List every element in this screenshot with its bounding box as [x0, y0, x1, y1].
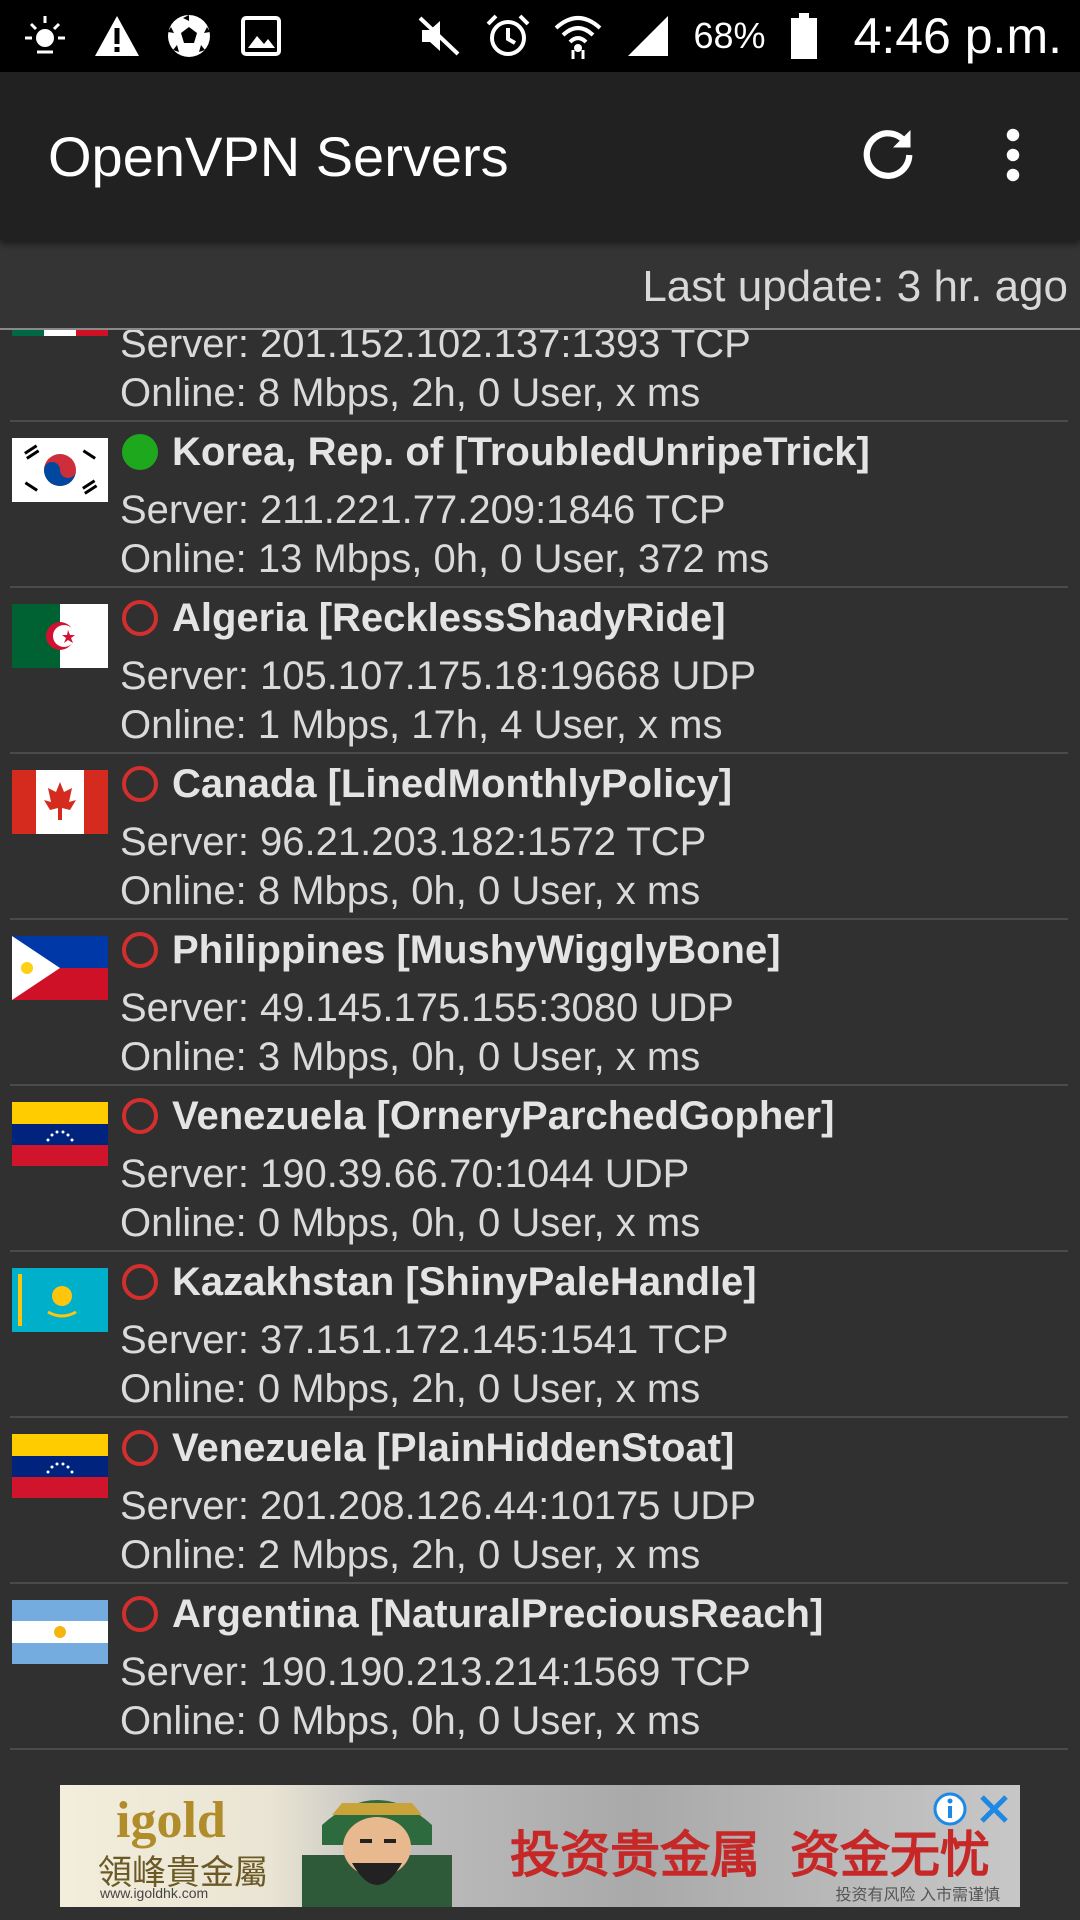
server-address: Server: 211.221.77.209:1846 TCP	[120, 488, 726, 532]
ad-url: www.igoldhk.com	[100, 1885, 209, 1901]
server-stats: Online: 2 Mbps, 2h, 0 User, x ms	[120, 1533, 701, 1577]
algeria-flag-icon	[12, 604, 108, 668]
server-stats: Online: 0 Mbps, 2h, 0 User, x ms	[120, 1367, 701, 1411]
server-stats: Online: 8 Mbps, 2h, 0 User, x ms	[120, 371, 701, 415]
refresh-button[interactable]	[843, 110, 933, 200]
server-row[interactable]: Mexico [CompleteSuddenlyWeb]Server: 201.…	[0, 330, 1080, 422]
server-name: Korea, Rep. of [TroubledUnripeTrick]	[172, 430, 870, 474]
ad-banner[interactable]: igold 領峰貴金屬 www.igoldhk.com 投资贵金属 资金无忧 投…	[60, 1785, 1020, 1907]
wifi-icon	[553, 11, 603, 61]
last-update-bar: Last update: 3 hr. ago	[0, 240, 1080, 330]
server-row[interactable]: Kazakhstan [ShinyPaleHandle] Server: 37.1…	[0, 1252, 1080, 1418]
soccer-ball-icon	[164, 11, 214, 61]
server-row[interactable]: Canada [LinedMonthlyPolicy] Server: 96.21…	[0, 754, 1080, 920]
offline-status-icon	[122, 1430, 158, 1466]
server-stats: Online: 8 Mbps, 0h, 0 User, x ms	[120, 869, 701, 913]
server-name: Algeria [RecklessShadyRide]	[172, 596, 726, 640]
korea-flag-icon	[12, 438, 108, 502]
canada-flag-icon	[12, 770, 108, 834]
venezuela-flag-icon	[12, 1434, 108, 1498]
server-stats: Online: 0 Mbps, 0h, 0 User, x ms	[120, 1699, 701, 1743]
server-address: Server: 37.151.172.145:1541 TCP	[120, 1318, 729, 1362]
server-stats: Online: 13 Mbps, 0h, 0 User, 372 ms	[120, 537, 770, 581]
kazakhstan-flag-icon	[12, 1268, 108, 1332]
row-divider	[10, 1748, 1068, 1750]
server-stats: Online: 0 Mbps, 0h, 0 User, x ms	[120, 1201, 701, 1245]
offline-status-icon	[122, 1098, 158, 1134]
server-name: Venezuela [PlainHiddenStoat]	[172, 1426, 735, 1470]
status-bar: 68% 4:46 p.m.	[0, 0, 1080, 72]
mute-icon	[413, 11, 463, 61]
server-name: Venezuela [OrneryParchedGopher]	[172, 1094, 835, 1138]
server-stats: Online: 1 Mbps, 17h, 4 User, x ms	[120, 703, 723, 747]
ad-logo: igold	[116, 1792, 226, 1849]
offline-status-icon	[122, 1596, 158, 1632]
server-row[interactable]: Algeria [RecklessShadyRide] Server: 105.1…	[0, 588, 1080, 754]
clock: 4:46 p.m.	[853, 8, 1062, 64]
server-name: Kazakhstan [ShinyPaleHandle]	[172, 1260, 757, 1304]
page-title: OpenVPN Servers	[48, 125, 509, 188]
server-row[interactable]: Philippines [MushyWigglyBone] Server: 49.…	[0, 920, 1080, 1086]
mexico-flag-icon	[12, 330, 108, 336]
server-address: Server: 201.152.102.137:1393 TCP	[120, 330, 751, 366]
refresh-icon	[863, 130, 913, 179]
server-name: Philippines [MushyWigglyBone]	[172, 928, 781, 972]
offline-status-icon	[122, 1264, 158, 1300]
argentina-flag-icon	[12, 1600, 108, 1664]
ad-disclaimer: 投资有风险 入市需谨慎	[835, 1887, 1000, 1904]
alarm-icon	[483, 11, 533, 61]
battery-icon	[786, 11, 822, 61]
server-address: Server: 190.39.66.70:1044 UDP	[120, 1152, 690, 1196]
venezuela-flag-icon	[12, 1102, 108, 1166]
server-stats: Online: 3 Mbps, 0h, 0 User, x ms	[120, 1035, 701, 1079]
app-bar: OpenVPN Servers	[0, 72, 1080, 240]
warning-icon	[92, 11, 142, 61]
server-address: Server: 201.208.126.44:10175 UDP	[120, 1484, 756, 1528]
ad-figure-image	[302, 1800, 452, 1907]
brightness-icon	[20, 11, 70, 61]
offline-status-icon	[122, 766, 158, 802]
more-vert-icon	[1006, 128, 1020, 182]
image-icon	[236, 11, 286, 61]
server-list[interactable]: Mexico [CompleteSuddenlyWeb]Server: 201.…	[0, 330, 1080, 1752]
online-status-icon	[122, 434, 158, 470]
server-row[interactable]: Venezuela [OrneryParchedGopher] Server: 1…	[0, 1086, 1080, 1252]
last-update-text: Last update: 3 hr. ago	[642, 262, 1068, 311]
offline-status-icon	[122, 600, 158, 636]
signal-icon	[623, 11, 673, 61]
server-name: Argentina [NaturalPreciousReach]	[172, 1592, 824, 1636]
ad-info-icon[interactable]	[932, 1791, 968, 1827]
server-address: Server: 96.21.203.182:1572 TCP	[120, 820, 707, 864]
server-address: Server: 49.145.175.155:3080 UDP	[120, 986, 734, 1030]
more-options-button[interactable]	[968, 110, 1058, 200]
server-address: Server: 190.190.213.214:1569 TCP	[120, 1650, 751, 1694]
server-name: Canada [LinedMonthlyPolicy]	[172, 762, 733, 806]
ad-close-icon[interactable]	[976, 1791, 1012, 1827]
server-address: Server: 105.107.175.18:19668 UDP	[120, 654, 756, 698]
server-row[interactable]: Korea, Rep. of [TroubledUnripeTrick] Serv…	[0, 422, 1080, 588]
battery-percent: 68%	[693, 15, 766, 56]
server-row[interactable]: Argentina [NaturalPreciousReach] Server: …	[0, 1584, 1080, 1750]
ad-headline-1: 投资贵金属	[510, 1827, 760, 1883]
offline-status-icon	[122, 932, 158, 968]
philippines-flag-icon	[12, 936, 108, 1000]
server-row[interactable]: Venezuela [PlainHiddenStoat] Server: 201.…	[0, 1418, 1080, 1584]
